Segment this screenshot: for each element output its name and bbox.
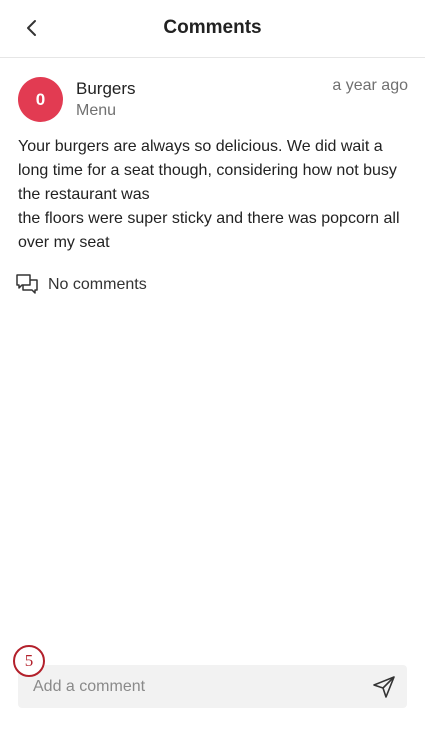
- avatar: 0: [18, 77, 63, 122]
- post-timestamp: a year ago: [332, 77, 408, 94]
- comment-input[interactable]: [33, 665, 353, 708]
- comments-summary: No comments: [15, 272, 147, 298]
- send-icon: [373, 676, 395, 698]
- speech-bubbles-icon: [16, 274, 38, 294]
- post-source: Menu: [76, 102, 117, 119]
- comments-count-label: No comments: [48, 276, 147, 293]
- post-author-name: Burgers: [76, 79, 136, 98]
- post-body-paragraph: Your burgers are always so delicious. We…: [18, 138, 397, 203]
- comment-composer: [18, 665, 407, 708]
- page-title: Comments: [163, 17, 262, 38]
- header-bar: Comments: [0, 0, 425, 58]
- send-button[interactable]: [371, 674, 397, 700]
- step-number-badge: 5: [13, 645, 45, 677]
- post-body-paragraph: the floors were super sticky and there w…: [18, 210, 400, 251]
- post-body: Your burgers are always so delicious. We…: [18, 135, 408, 255]
